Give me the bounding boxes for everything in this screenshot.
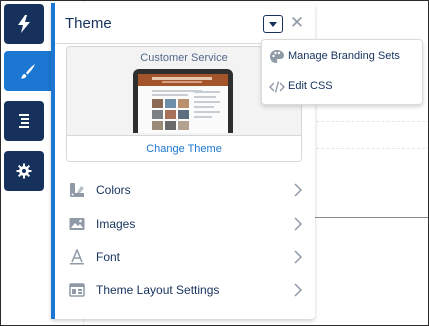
menu-item-manage-branding-sets[interactable]: Manage Branding Sets (262, 44, 422, 70)
change-theme-link[interactable]: Change Theme (67, 143, 301, 155)
page-structure-icon (18, 113, 30, 129)
menu-item-label: Manage Branding Sets (288, 50, 400, 62)
panel-title: Theme (65, 15, 112, 32)
layout-icon (69, 282, 85, 298)
chevron-right-icon (293, 250, 303, 264)
menu-item-font[interactable]: Font (66, 244, 306, 270)
menu-item-label: Theme Layout Settings (96, 283, 220, 297)
theme-actions-menu: Manage Branding Sets Edit CSS (261, 39, 423, 105)
rail-button-settings[interactable] (4, 151, 44, 191)
gear-icon (16, 163, 32, 179)
rail-button-theme[interactable] (4, 51, 52, 91)
menu-item-label: Edit CSS (288, 80, 333, 92)
menu-item-label: Font (96, 250, 121, 264)
rail-button-components[interactable] (4, 4, 44, 44)
menu-item-images[interactable]: Images (66, 211, 306, 237)
lightning-icon (17, 15, 31, 33)
menu-item-colors[interactable]: Colors (66, 177, 306, 203)
close-icon[interactable]: ✕ (289, 14, 305, 32)
change-theme-row: Change Theme (67, 135, 301, 161)
menu-item-label: Images (96, 217, 136, 231)
palette-icon (269, 49, 285, 65)
panel-header: Theme ✕ (55, 3, 311, 44)
font-icon (69, 248, 85, 265)
chevron-right-icon (293, 283, 303, 297)
builder-canvas: Theme ✕ Customer Service Change Theme Co… (0, 0, 429, 326)
paint-palette-icon (69, 182, 85, 198)
menu-item-theme-layout-settings[interactable]: Theme Layout Settings (66, 277, 306, 303)
canvas-guide-line (301, 148, 428, 150)
code-icon (269, 79, 285, 95)
theme-actions-dropdown-button[interactable] (263, 15, 283, 33)
menu-item-edit-css[interactable]: Edit CSS (262, 74, 422, 100)
canvas-divider (311, 217, 428, 218)
theme-preview-image (133, 69, 233, 133)
chevron-right-icon (293, 183, 303, 197)
canvas-guide-line (301, 121, 428, 123)
image-icon (69, 216, 85, 232)
rail-button-page-structure[interactable] (4, 101, 44, 141)
chevron-down-icon (269, 15, 277, 33)
brush-icon (20, 63, 36, 79)
menu-item-label: Colors (96, 183, 131, 197)
chevron-right-icon (293, 217, 303, 231)
